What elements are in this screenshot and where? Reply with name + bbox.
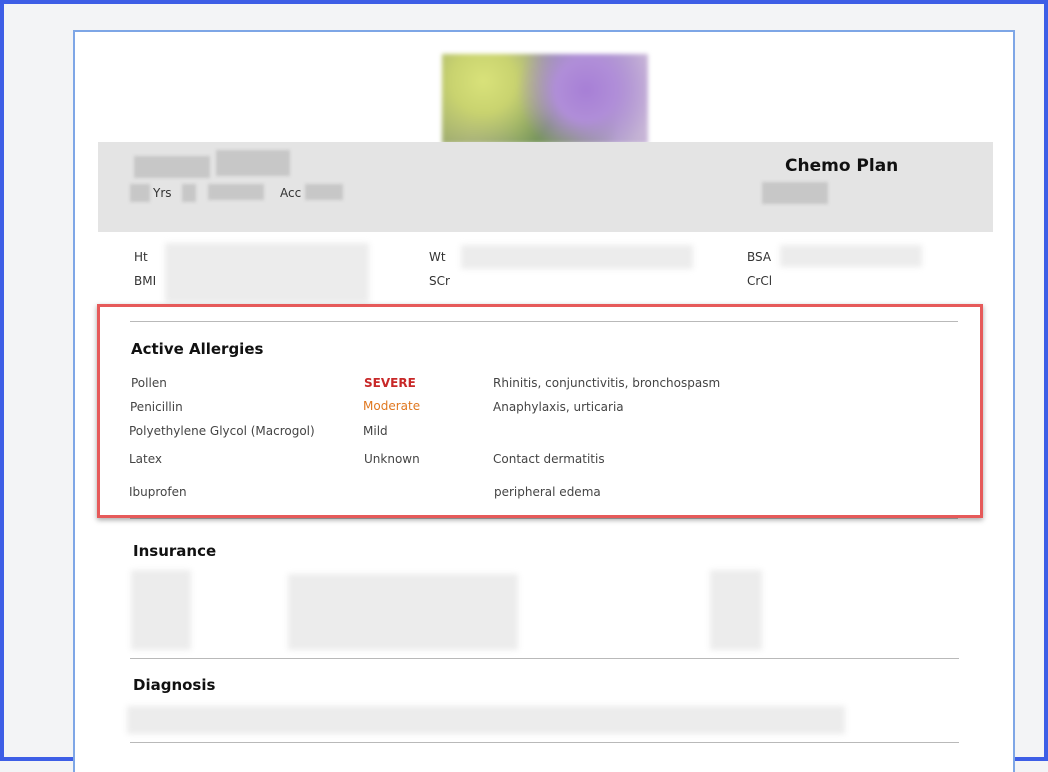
wt-label: Wt bbox=[429, 250, 446, 264]
ht-label: Ht bbox=[134, 250, 148, 264]
patient-age-redacted bbox=[130, 184, 150, 202]
crcl-label: CrCl bbox=[747, 274, 773, 288]
acc-label: Acc bbox=[280, 186, 302, 200]
insurance-redacted-3 bbox=[710, 570, 762, 650]
plan-title: Chemo Plan bbox=[785, 156, 899, 176]
patient-name-redacted-2 bbox=[216, 150, 290, 176]
acc-number-redacted bbox=[305, 184, 343, 200]
scr-label: SCr bbox=[429, 274, 450, 288]
bsa-label: BSA bbox=[747, 250, 772, 264]
patient-name-redacted bbox=[134, 156, 210, 178]
insurance-redacted-2 bbox=[288, 574, 518, 650]
divider-diagnosis-bottom bbox=[130, 742, 959, 743]
patient-dob-redacted bbox=[208, 184, 264, 200]
facility-logo bbox=[442, 54, 648, 144]
patient-header: Yrs Acc Chemo Plan bbox=[98, 142, 993, 232]
patient-sex-redacted bbox=[182, 184, 196, 202]
ht-bmi-values-redacted bbox=[165, 243, 369, 303]
diagnosis-redacted bbox=[127, 706, 845, 734]
age-unit-label: Yrs bbox=[153, 186, 172, 200]
bmi-label: BMI bbox=[134, 274, 157, 288]
insurance-redacted-1 bbox=[131, 570, 191, 650]
divider-diagnosis-top bbox=[130, 658, 959, 659]
wt-value-redacted bbox=[461, 245, 693, 269]
divider-insurance-top bbox=[130, 518, 958, 519]
diagnosis-title: Diagnosis bbox=[133, 676, 216, 694]
bsa-value-redacted bbox=[780, 245, 922, 267]
plan-name-redacted bbox=[762, 182, 828, 204]
allergies-highlight-box bbox=[97, 304, 983, 518]
insurance-title: Insurance bbox=[133, 542, 217, 560]
